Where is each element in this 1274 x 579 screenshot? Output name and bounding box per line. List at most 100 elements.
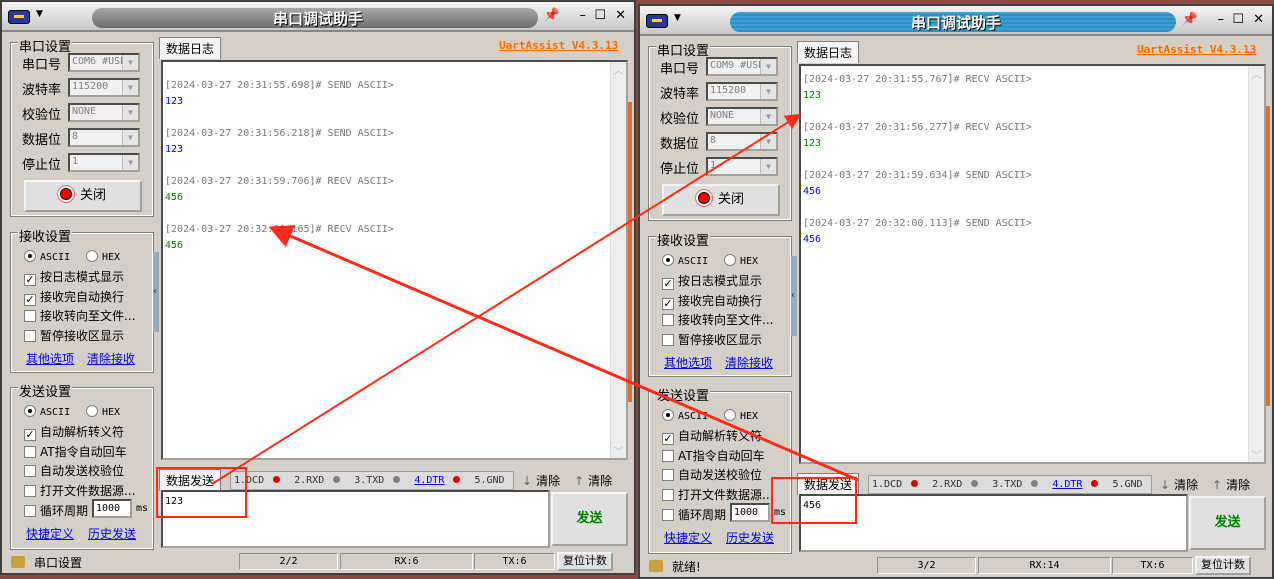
send-option-checkbox[interactable]: 自动发送校验位 — [24, 462, 124, 479]
tab-data-send[interactable]: 数据发送 — [159, 469, 221, 491]
receive-option-checkbox[interactable]: ✓按日志模式显示 — [662, 272, 762, 290]
cycle-checkbox[interactable]: 循环周期 — [662, 506, 726, 523]
clear-receive-button[interactable]: ↑清除 — [574, 472, 612, 489]
radio-hex[interactable]: HEX — [86, 404, 120, 418]
send-input[interactable]: 123 — [161, 490, 550, 548]
clear-receive-button[interactable]: ↑清除 — [1212, 476, 1250, 493]
reset-count-button[interactable]: 复位计数 — [1195, 556, 1251, 575]
shortcut-define-link[interactable]: 快捷定义 — [26, 525, 74, 542]
serial-field-select[interactable]: 115200▼ — [68, 78, 140, 97]
other-options-link[interactable]: 其他选项 — [26, 350, 74, 367]
serial-field-select[interactable]: NONE▼ — [706, 107, 778, 126]
log-scrollbar[interactable]: ︿﹀ — [610, 62, 626, 458]
panel-collapse-handle[interactable]: ‹ — [791, 256, 797, 336]
checkbox-label: 自动发送校验位 — [40, 464, 124, 478]
serial-field-select[interactable]: COM9 #USB▼ — [706, 57, 778, 76]
radio-hex[interactable]: HEX — [724, 253, 758, 267]
serial-field-select[interactable]: 8▼ — [706, 132, 778, 151]
title-bar[interactable]: ▼串口调试助手📌–☐✕ — [640, 6, 1272, 36]
send-option-checkbox[interactable]: AT指令自动回车 — [662, 447, 765, 464]
minimize-button[interactable]: – — [1218, 13, 1225, 27]
scroll-down-icon[interactable]: ﹀ — [1249, 447, 1264, 462]
cycle-period-input[interactable]: 1000 — [92, 499, 132, 518]
chevron-down-icon[interactable]: ▼ — [122, 155, 138, 170]
title-bar[interactable]: ▼串口调试助手📌–☐✕ — [2, 2, 634, 32]
clear-send-button[interactable]: ↓清除 — [1160, 476, 1198, 493]
send-button[interactable]: 发送 — [1189, 496, 1266, 550]
other-options-link[interactable]: 其他选项 — [664, 354, 712, 371]
chevron-down-icon[interactable]: ▼ — [122, 55, 138, 70]
chevron-down-icon[interactable]: ▼ — [122, 130, 138, 145]
chevron-down-icon[interactable]: ▼ — [122, 80, 138, 95]
field-label: 数据位 — [22, 129, 61, 148]
reset-count-button[interactable]: 复位计数 — [557, 552, 613, 571]
send-option-checkbox[interactable]: 自动发送校验位 — [662, 466, 762, 483]
receive-option-checkbox[interactable]: ✓按日志模式显示 — [24, 268, 124, 286]
send-input[interactable]: 456 — [799, 494, 1188, 552]
uartassist-version-link[interactable]: UartAssist V4.3.13 — [499, 39, 618, 52]
serial-field-select[interactable]: NONE▼ — [68, 103, 140, 122]
serial-field-select[interactable]: 1▼ — [706, 157, 778, 176]
maximize-button[interactable]: ☐ — [1232, 13, 1244, 27]
receive-option-checkbox[interactable]: 接收转向至文件... — [24, 307, 135, 324]
clear-send-button[interactable]: ↓清除 — [522, 472, 560, 489]
checkbox-label: 暂停接收区显示 — [40, 329, 124, 343]
checkbox-icon — [24, 505, 36, 517]
receive-option-checkbox[interactable]: ✓接收完自动换行 — [24, 288, 124, 306]
pin-icon[interactable]: 📌 — [544, 9, 560, 23]
radio-ascii[interactable]: ASCII — [24, 404, 70, 418]
radio-hex[interactable]: HEX — [86, 249, 120, 263]
close-port-button[interactable]: 关闭 — [662, 184, 780, 216]
radio-ascii[interactable]: ASCII — [662, 408, 708, 422]
radio-ascii[interactable]: ASCII — [24, 249, 70, 263]
close-button[interactable]: ✕ — [1253, 13, 1264, 27]
receive-option-checkbox[interactable]: 暂停接收区显示 — [662, 331, 762, 348]
chevron-down-icon[interactable]: ▼ — [760, 159, 776, 174]
chevron-down-icon[interactable]: ▼ — [122, 105, 138, 120]
receive-option-checkbox[interactable]: ✓接收完自动换行 — [662, 292, 762, 310]
log-scrollbar[interactable]: ︿﹀ — [1248, 66, 1264, 462]
serial-field-select[interactable]: 115200▼ — [706, 82, 778, 101]
send-button[interactable]: 发送 — [551, 492, 628, 546]
close-button[interactable]: ✕ — [615, 9, 626, 23]
history-send-link[interactable]: 历史发送 — [88, 525, 136, 542]
pin-icon[interactable]: 📌 — [1182, 13, 1198, 27]
scroll-up-icon[interactable]: ︿ — [1249, 66, 1264, 81]
tab-data-log[interactable]: 数据日志 — [797, 41, 859, 63]
history-send-link[interactable]: 历史发送 — [726, 529, 774, 546]
tab-data-log[interactable]: 数据日志 — [159, 37, 221, 59]
receive-option-checkbox[interactable]: 接收转向至文件... — [662, 311, 773, 328]
clear-receive-link[interactable]: 清除接收 — [87, 350, 135, 367]
send-option-checkbox[interactable]: 打开文件数据源... — [24, 482, 135, 499]
send-option-checkbox[interactable]: ✓自动解析转义符 — [662, 427, 762, 445]
cycle-period-input[interactable]: 1000 — [730, 503, 770, 522]
serial-field-select[interactable]: 1▼ — [68, 153, 140, 172]
shortcut-define-link[interactable]: 快捷定义 — [664, 529, 712, 546]
tab-data-send[interactable]: 数据发送 — [797, 473, 859, 495]
serial-field-select[interactable]: 8▼ — [68, 128, 140, 147]
close-port-button[interactable]: 关闭 — [24, 180, 142, 212]
radio-hex[interactable]: HEX — [724, 408, 758, 422]
send-option-checkbox[interactable]: AT指令自动回车 — [24, 443, 127, 460]
radio-ascii[interactable]: ASCII — [662, 253, 708, 267]
clear-receive-link[interactable]: 清除接收 — [725, 354, 773, 371]
chevron-down-icon[interactable]: ▼ — [760, 134, 776, 149]
scroll-down-icon[interactable]: ﹀ — [611, 443, 626, 458]
receive-option-checkbox[interactable]: 暂停接收区显示 — [24, 327, 124, 344]
scroll-up-icon[interactable]: ︿ — [611, 62, 626, 77]
radio-label: HEX — [102, 252, 120, 263]
send-option-checkbox[interactable]: ✓自动解析转义符 — [24, 423, 124, 441]
chevron-down-icon[interactable]: ▼ — [760, 84, 776, 99]
chevron-down-icon[interactable]: ▼ — [760, 59, 776, 74]
serial-field-select[interactable]: COM6 #USB▼ — [68, 53, 140, 72]
send-option-checkbox[interactable]: 打开文件数据源... — [662, 486, 773, 503]
signal-4dtr[interactable]: 4.DTR — [1052, 479, 1105, 490]
log-entry-data: 456 — [803, 234, 821, 245]
chevron-down-icon[interactable]: ▼ — [760, 109, 776, 124]
signal-4dtr[interactable]: 4.DTR — [414, 475, 467, 486]
maximize-button[interactable]: ☐ — [594, 9, 606, 23]
cycle-checkbox[interactable]: 循环周期 — [24, 502, 88, 519]
minimize-button[interactable]: – — [580, 9, 587, 23]
uartassist-version-link[interactable]: UartAssist V4.3.13 — [1137, 43, 1256, 56]
panel-collapse-handle[interactable]: ‹ — [153, 252, 159, 332]
